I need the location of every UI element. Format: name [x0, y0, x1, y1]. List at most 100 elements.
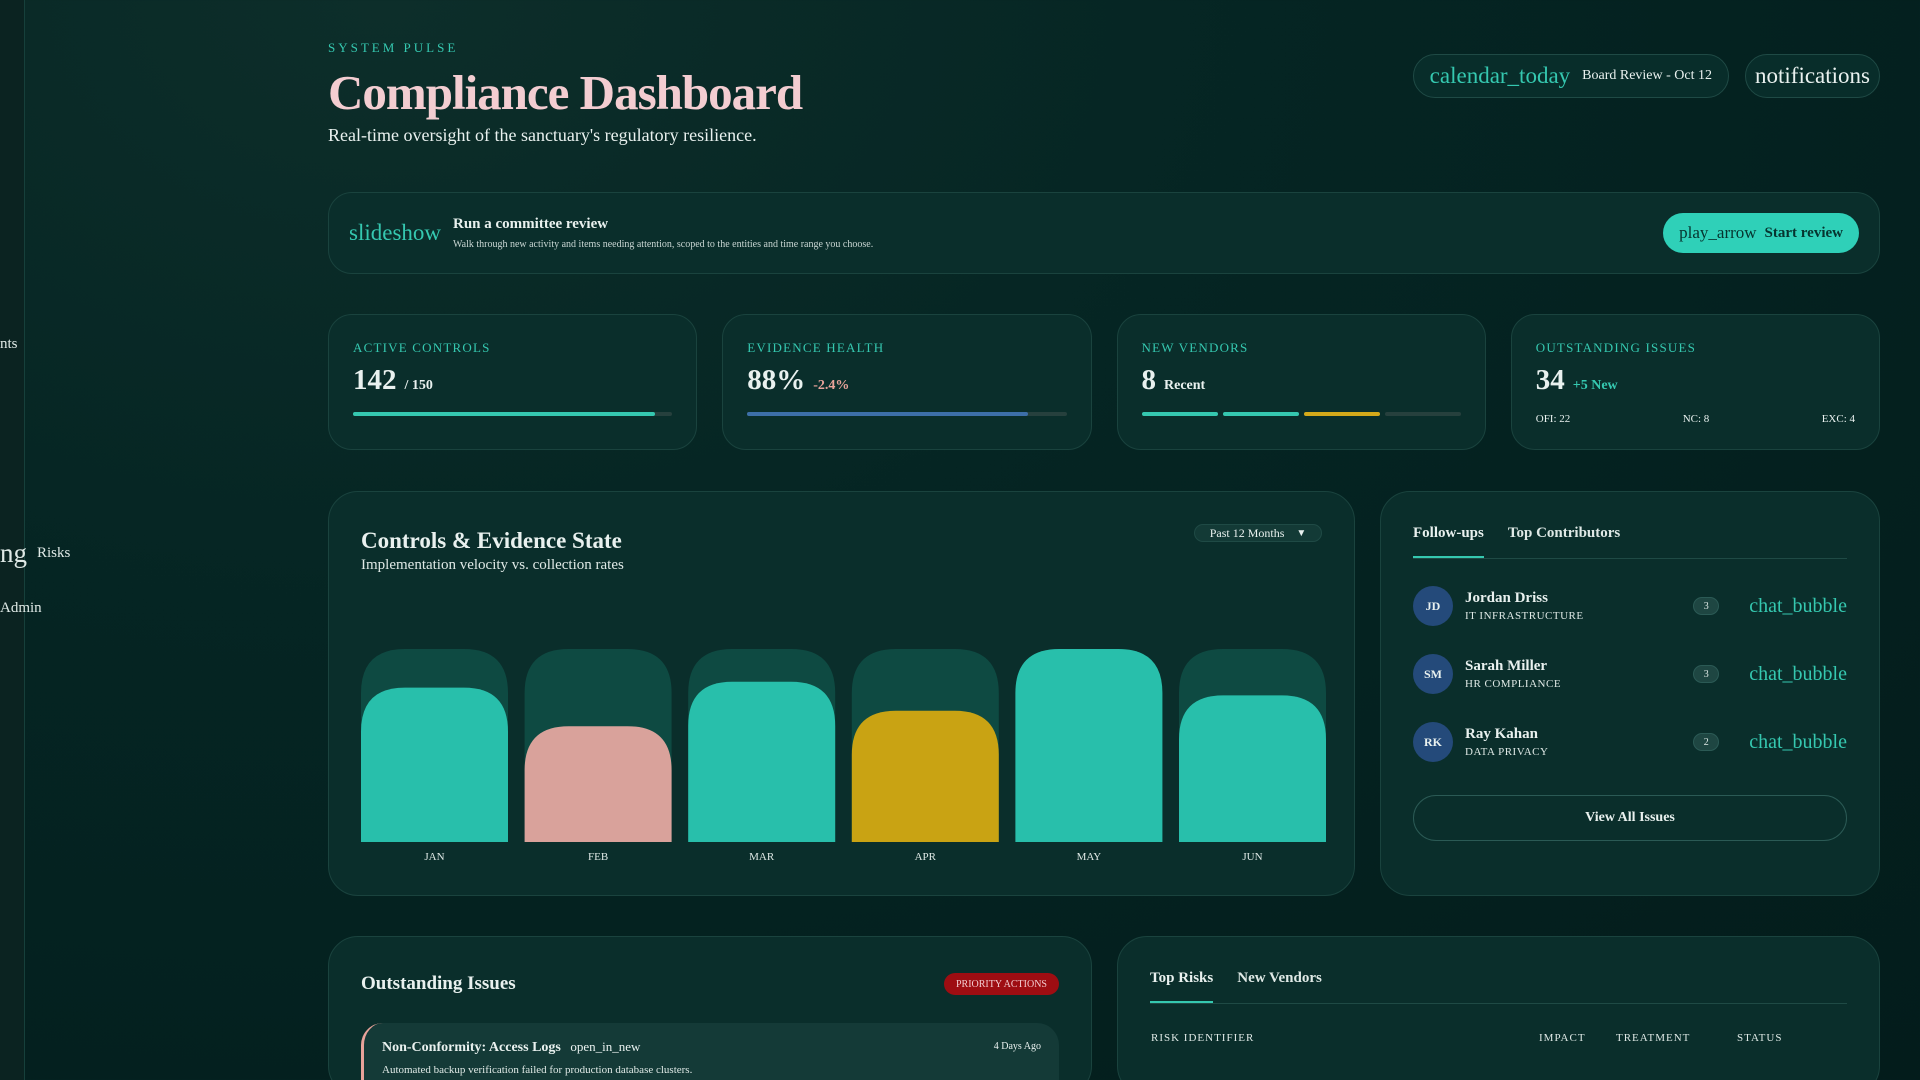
- progress-track: [747, 412, 1067, 416]
- list-item[interactable]: JD Jordan Driss IT INFRASTRUCTURE 3 chat…: [1413, 585, 1847, 627]
- person-name: Ray Kahan: [1465, 726, 1538, 742]
- metric-label: OUTSTANDING ISSUES: [1535, 340, 1697, 355]
- count-badge: 3: [1693, 665, 1720, 683]
- start-review-button[interactable]: play_arrow Start review: [1663, 213, 1859, 253]
- metric-suffix: / 150: [404, 378, 433, 393]
- committee-review-banner: slideshow Run a committee review Walk th…: [328, 192, 1880, 274]
- x-tick-label: APR: [915, 851, 937, 863]
- person-name: Sarah Miller: [1465, 658, 1548, 674]
- issues-title: Outstanding Issues: [361, 973, 516, 994]
- metric-value: 88%: [747, 364, 806, 396]
- play-arrow-icon: play_arrow: [1679, 223, 1757, 242]
- issue-time: 4 Days Ago: [993, 1041, 1041, 1052]
- time-range-select[interactable]: Past 12 Months ▼: [1194, 524, 1322, 542]
- metric-delta: +5 New: [1572, 378, 1618, 393]
- metric-value: 142: [353, 364, 397, 396]
- metric-delta: -2.4%: [813, 378, 850, 393]
- bar-jan[interactable]: [361, 687, 508, 842]
- breakdown-nc: NC: 8: [1682, 413, 1710, 425]
- metric-value: 8: [1141, 364, 1157, 396]
- chat-bubble-icon[interactable]: chat_bubble: [1749, 731, 1847, 754]
- breakdown-exc: EXC: 4: [1821, 413, 1855, 425]
- board-review-button[interactable]: calendar_today Board Review - Oct 12: [1412, 54, 1730, 98]
- slideshow-icon: slideshow: [349, 220, 441, 245]
- chart-subtitle: Implementation velocity vs. collection r…: [361, 557, 624, 573]
- metric-value: 34: [1535, 364, 1565, 396]
- issue-item[interactable]: Non-Conformity: Access Logs open_in_new …: [361, 1023, 1059, 1080]
- metric-suffix: Recent: [1164, 378, 1206, 393]
- metric-label: ACTIVE CONTROLS: [353, 340, 491, 355]
- chat-bubble-icon[interactable]: chat_bubble: [1749, 663, 1847, 686]
- bar-mar[interactable]: [688, 681, 836, 842]
- column-header-status[interactable]: STATUS: [1737, 1032, 1782, 1044]
- person-dept: DATA PRIVACY: [1465, 746, 1549, 758]
- column-header-treatment[interactable]: TREATMENT: [1616, 1032, 1690, 1044]
- view-all-issues-button[interactable]: View All Issues: [1413, 795, 1847, 841]
- controls-evidence-chart-card: JAN FEB MAR APR MAY JUN Controls & Evidence S…: [328, 491, 1355, 896]
- x-tick-label: MAY: [1077, 851, 1102, 863]
- review-description: Walk through new activity and items need…: [453, 239, 874, 250]
- bar-feb[interactable]: [524, 726, 672, 842]
- progress-track: [353, 412, 673, 416]
- issue-description: Automated backup verification failed for…: [382, 1064, 693, 1076]
- chevron-down-icon: ▼: [1296, 527, 1307, 539]
- sidebar-item-label: Admin: [0, 600, 42, 616]
- bar-apr[interactable]: [851, 710, 999, 842]
- count-badge: 3: [1693, 597, 1720, 615]
- notifications-button[interactable]: notifications: [1745, 54, 1880, 98]
- sidebar-item-label: Risks: [37, 544, 71, 561]
- risks-icon: ng: [0, 538, 27, 568]
- risks-tabs: Top Risks New Vendors: [1150, 970, 1847, 1004]
- progress-fill: [747, 412, 1029, 416]
- segment: [1141, 412, 1218, 416]
- segment: [1384, 412, 1461, 416]
- list-item[interactable]: SM Sarah Miller HR COMPLIANCE 3 chat_bub…: [1413, 653, 1847, 695]
- person-name: Jordan Driss: [1465, 590, 1548, 606]
- open-in-new-icon[interactable]: open_in_new: [570, 1039, 640, 1054]
- metric-label: NEW VENDORS: [1141, 340, 1249, 355]
- metric-card-evidence-health[interactable]: EVIDENCE HEALTH 88% -2.4%: [722, 314, 1092, 450]
- column-header-risk-identifier[interactable]: RISK IDENTIFIER: [1151, 1032, 1254, 1044]
- followups-card: Follow-ups Top Contributors JD Jordan Dr…: [1380, 491, 1880, 896]
- page-header: SYSTEM PULSE Compliance Dashboard Real-t…: [328, 40, 1880, 150]
- issue-name: Non-Conformity: Access Logs: [382, 1040, 561, 1055]
- board-review-label: Board Review - Oct 12: [1582, 68, 1713, 83]
- followups-tabs: Follow-ups Top Contributors: [1413, 525, 1847, 559]
- header-actions: calendar_today Board Review - Oct 12 not…: [1412, 54, 1880, 98]
- tab-follow-ups[interactable]: Follow-ups: [1413, 525, 1484, 558]
- metric-card-active-controls[interactable]: ACTIVE CONTROLS 142 / 150: [328, 314, 698, 450]
- x-tick-label: JAN: [424, 851, 444, 863]
- metric-card-outstanding-issues[interactable]: OUTSTANDING ISSUES 34 +5 New OFI: 22 NC:…: [1510, 314, 1880, 450]
- column-header-impact[interactable]: IMPACT: [1539, 1032, 1586, 1044]
- person-dept: IT INFRASTRUCTURE: [1465, 610, 1584, 622]
- segment: [1222, 412, 1299, 416]
- review-text: Run a committee review Walk through new …: [453, 216, 873, 250]
- avatar: JD: [1413, 586, 1453, 626]
- chart-title: Controls & Evidence State: [361, 528, 622, 553]
- priority-actions-badge: PRIORITY ACTIONS: [943, 973, 1059, 995]
- bar-may[interactable]: [1015, 649, 1163, 842]
- avatar: RK: [1413, 722, 1453, 762]
- segment: [1303, 412, 1380, 416]
- sidebar-item-admin[interactable]: Admin: [0, 600, 42, 617]
- time-range-value: Past 12 Months: [1209, 525, 1285, 540]
- tab-new-vendors[interactable]: New Vendors: [1237, 970, 1322, 1003]
- tab-top-contributors[interactable]: Top Contributors: [1508, 525, 1620, 558]
- metric-label: EVIDENCE HEALTH: [747, 340, 885, 355]
- metrics-row: ACTIVE CONTROLS 142 / 150 EVIDENCE HEALT…: [328, 314, 1880, 450]
- bar-jun[interactable]: [1179, 695, 1326, 842]
- sidebar-item-entities[interactable]: nts: [0, 336, 18, 353]
- calendar-icon: calendar_today: [1429, 63, 1571, 88]
- outstanding-issues-card: Outstanding Issues PRIORITY ACTIONS Non-…: [328, 936, 1092, 1080]
- page-subtitle: Real-time oversight of the sanctuary's r…: [328, 125, 757, 145]
- sidebar-item-risks[interactable]: ng Risks: [0, 538, 70, 569]
- review-title: Run a committee review: [453, 216, 609, 232]
- chat-bubble-icon[interactable]: chat_bubble: [1749, 595, 1847, 618]
- list-item[interactable]: RK Ray Kahan DATA PRIVACY 2 chat_bubble: [1413, 721, 1847, 763]
- tab-top-risks[interactable]: Top Risks: [1150, 970, 1214, 1003]
- avatar: SM: [1413, 654, 1453, 694]
- progress-fill: [353, 412, 656, 416]
- breakdown-ofi: OFI: 22: [1535, 413, 1571, 425]
- metric-card-new-vendors[interactable]: NEW VENDORS 8 Recent: [1116, 314, 1486, 450]
- start-review-label: Start review: [1764, 224, 1843, 241]
